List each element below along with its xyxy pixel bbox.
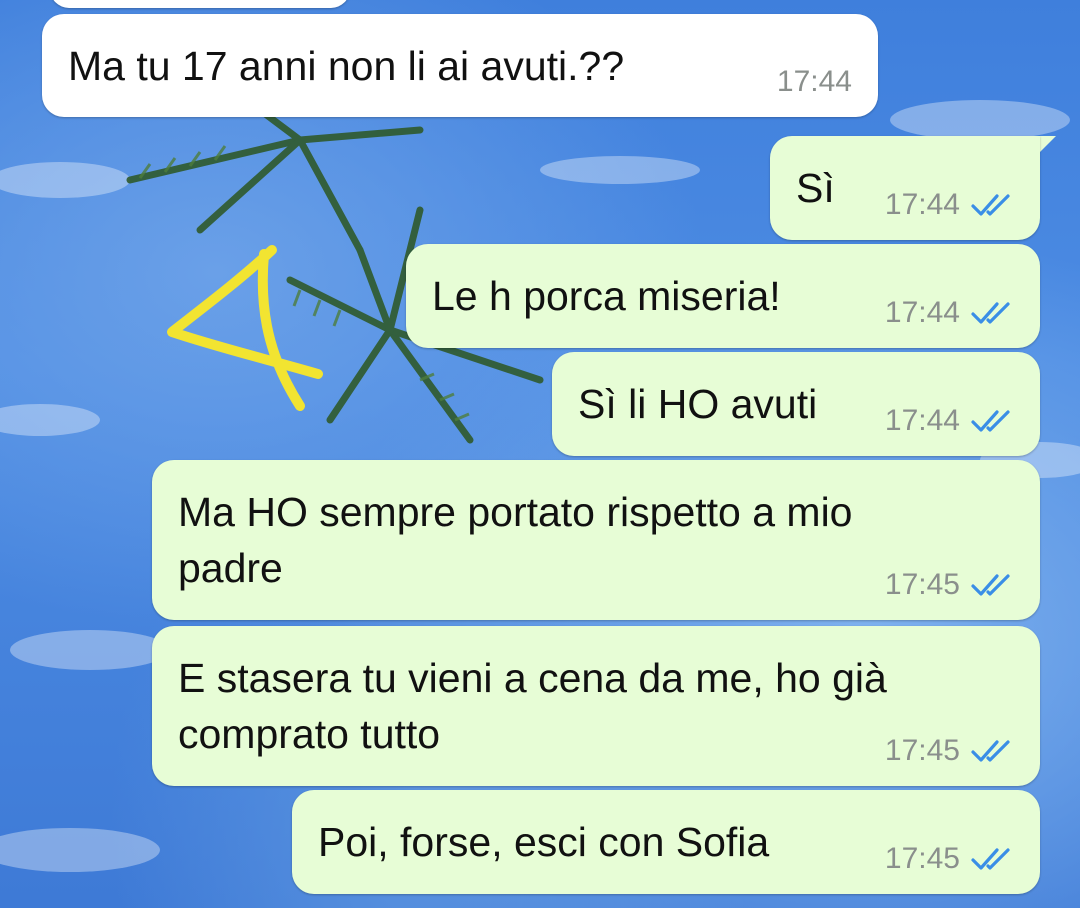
message-bubble-outgoing[interactable]: Sì li HO avuti 17:44 — [552, 352, 1040, 456]
message-time: 17:44 — [884, 404, 960, 437]
message-text: Sì — [796, 165, 835, 211]
double-check-icon — [971, 410, 1010, 432]
message-text: Ma tu 17 anni non li ai avuti.?? — [68, 43, 625, 89]
message-time: 17:45 — [884, 842, 960, 875]
double-check-icon — [971, 194, 1010, 216]
handwritten-number-annotation — [167, 245, 323, 411]
message-meta: 17:44 — [777, 65, 852, 99]
message-bubble-outgoing[interactable]: Ma HO sempre portato rispetto a mio padr… — [152, 460, 1040, 620]
double-check-icon — [971, 848, 1010, 870]
message-bubble-outgoing[interactable]: Poi, forse, esci con Sofia 17:45 — [292, 790, 1040, 894]
message-meta: 17:44 — [885, 404, 1014, 438]
message-time: 17:45 — [884, 568, 960, 601]
message-time: 17:44 — [776, 65, 852, 98]
message-text: Ma HO sempre portato rispetto a mio padr… — [178, 489, 853, 591]
message-text: E stasera tu vieni a cena da me, ho già … — [178, 655, 887, 757]
message-time: 17:44 — [884, 296, 960, 329]
message-meta: 17:44 — [885, 188, 1014, 222]
message-bubble-outgoing[interactable]: E stasera tu vieni a cena da me, ho già … — [152, 626, 1040, 786]
double-check-icon — [971, 740, 1010, 762]
message-meta: 17:45 — [885, 734, 1014, 768]
message-meta: 17:45 — [885, 842, 1014, 876]
double-check-icon — [971, 302, 1010, 324]
message-bubble-incoming[interactable]: Ma tu 17 anni non li ai avuti.?? 17:44 — [42, 14, 878, 117]
message-bubble-outgoing[interactable]: Le h porca miseria! 17:44 — [406, 244, 1040, 348]
message-meta: 17:45 — [885, 568, 1014, 602]
message-bubble-outgoing[interactable]: Sì 17:44 — [770, 136, 1040, 240]
previous-message-bubble-partial[interactable] — [50, 0, 350, 8]
double-check-icon — [971, 574, 1010, 596]
message-meta: 17:44 — [885, 296, 1014, 330]
message-text: Le h porca miseria! — [432, 273, 781, 319]
message-text: Poi, forse, esci con Sofia — [318, 819, 770, 865]
message-text: Sì li HO avuti — [578, 381, 818, 427]
message-time: 17:45 — [884, 734, 960, 767]
message-time: 17:44 — [884, 188, 960, 221]
